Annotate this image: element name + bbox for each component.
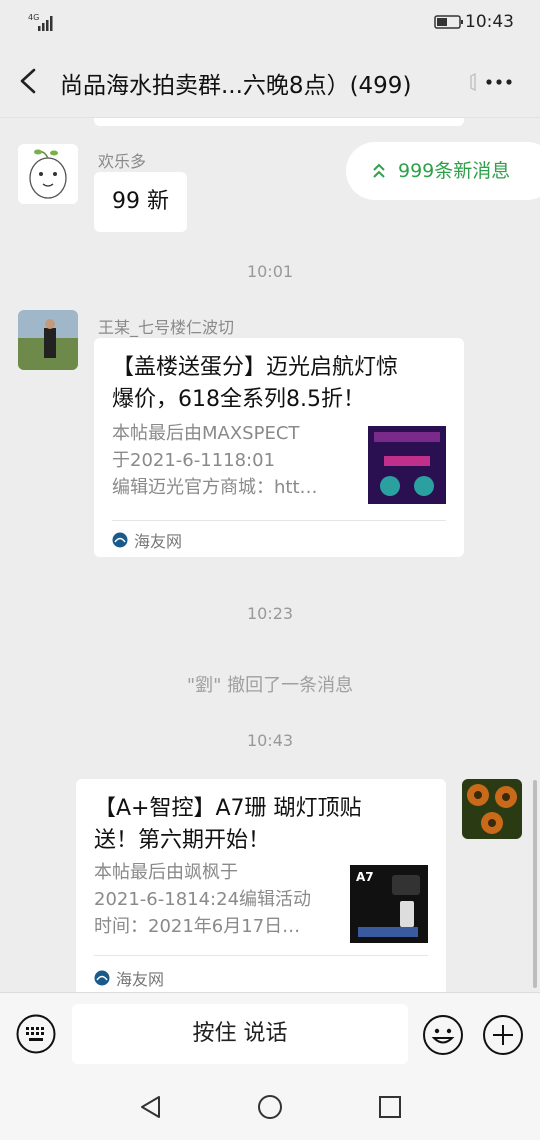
- card-divider: [94, 955, 428, 956]
- timestamp: 10:23: [246, 604, 294, 623]
- keyboard-icon[interactable]: [16, 1014, 56, 1054]
- thumb-text: A7: [356, 870, 374, 884]
- avatar[interactable]: [18, 310, 78, 370]
- sender-name: 王某_七号楼仁波切: [98, 318, 235, 337]
- haiyou-logo-icon: [112, 532, 128, 548]
- double-chevron-up-icon: [373, 163, 385, 178]
- more-dots-icon[interactable]: [484, 70, 514, 94]
- message-bubble[interactable]: 99 新: [94, 172, 187, 232]
- mute-icon: [470, 73, 476, 91]
- square-recent-icon[interactable]: [377, 1094, 403, 1120]
- photo-avatar-image: [18, 310, 78, 370]
- chat-title[interactable]: 尚品海水拍卖群...六晚8点）(499): [60, 66, 450, 98]
- card-description: 本帖最后由飒枫于 2021-6-1814:24编辑活动 时间：2021年6月17…: [94, 862, 312, 937]
- new-messages-button[interactable]: 999条新消息: [346, 142, 540, 200]
- card-title: 【盖楼送蛋分】迈光启航灯惊 爆价，618全系列8.5折！: [112, 355, 399, 412]
- previous-message-bubble: [94, 118, 464, 126]
- link-card[interactable]: 【A+智控】A7珊 瑚灯顶贴 送！第六期开始！ 本帖最后由飒枫于 2021-6-…: [76, 779, 446, 992]
- sender-name: 欢乐多: [98, 152, 147, 171]
- network-label: 4G: [28, 13, 39, 22]
- emoji-icon[interactable]: [422, 1014, 464, 1056]
- status-time: 10:43: [465, 12, 514, 32]
- circle-home-icon[interactable]: [257, 1094, 283, 1120]
- new-messages-label: 999条新消息: [398, 160, 511, 182]
- hold-to-talk-button[interactable]: 按住 说话: [72, 1004, 408, 1064]
- link-card[interactable]: 【盖楼送蛋分】迈光启航灯惊 爆价，618全系列8.5折！ 本帖最后由MAXSPE…: [94, 338, 464, 557]
- plus-icon[interactable]: [482, 1014, 524, 1056]
- avatar[interactable]: [462, 779, 522, 839]
- card-source: 海友网: [112, 528, 182, 552]
- haiyou-logo-icon: [94, 970, 110, 986]
- timestamp: 10:01: [246, 262, 294, 281]
- input-bar: 按住 说话: [0, 992, 540, 1072]
- signal-icon: 4G: [28, 13, 53, 31]
- coral-avatar-image: [462, 779, 522, 839]
- cartoon-avatar-image: [18, 144, 78, 204]
- card-description: 本帖最后由MAXSPECT 于2021-6-1118:01 编辑迈光官方商城：h…: [112, 423, 318, 498]
- chat-area[interactable]: 欢乐多 99 新 999条新消息 10:01 王某_七号楼仁波切 【盖楼送蛋分】…: [0, 118, 540, 992]
- card-thumbnail: [368, 426, 446, 504]
- card-source: 海友网: [94, 966, 164, 990]
- chat-header: 尚品海水拍卖群...六晚8点）(499): [0, 44, 540, 118]
- card-title: 【A+智控】A7珊 瑚灯顶贴 送！第六期开始！: [94, 796, 362, 853]
- battery-icon: [434, 15, 463, 29]
- card-thumbnail: A7: [350, 865, 428, 943]
- timestamp: 10:43: [246, 731, 294, 750]
- system-nav-bar: [0, 1072, 540, 1140]
- avatar[interactable]: [18, 144, 78, 204]
- status-bar: 4G 10:43: [0, 0, 540, 44]
- recall-notice: "劉" 撤回了一条消息: [186, 675, 354, 696]
- scrollbar[interactable]: [533, 780, 537, 988]
- chevron-left-icon[interactable]: [16, 66, 42, 96]
- triangle-back-icon[interactable]: [138, 1094, 164, 1120]
- card-divider: [112, 520, 446, 521]
